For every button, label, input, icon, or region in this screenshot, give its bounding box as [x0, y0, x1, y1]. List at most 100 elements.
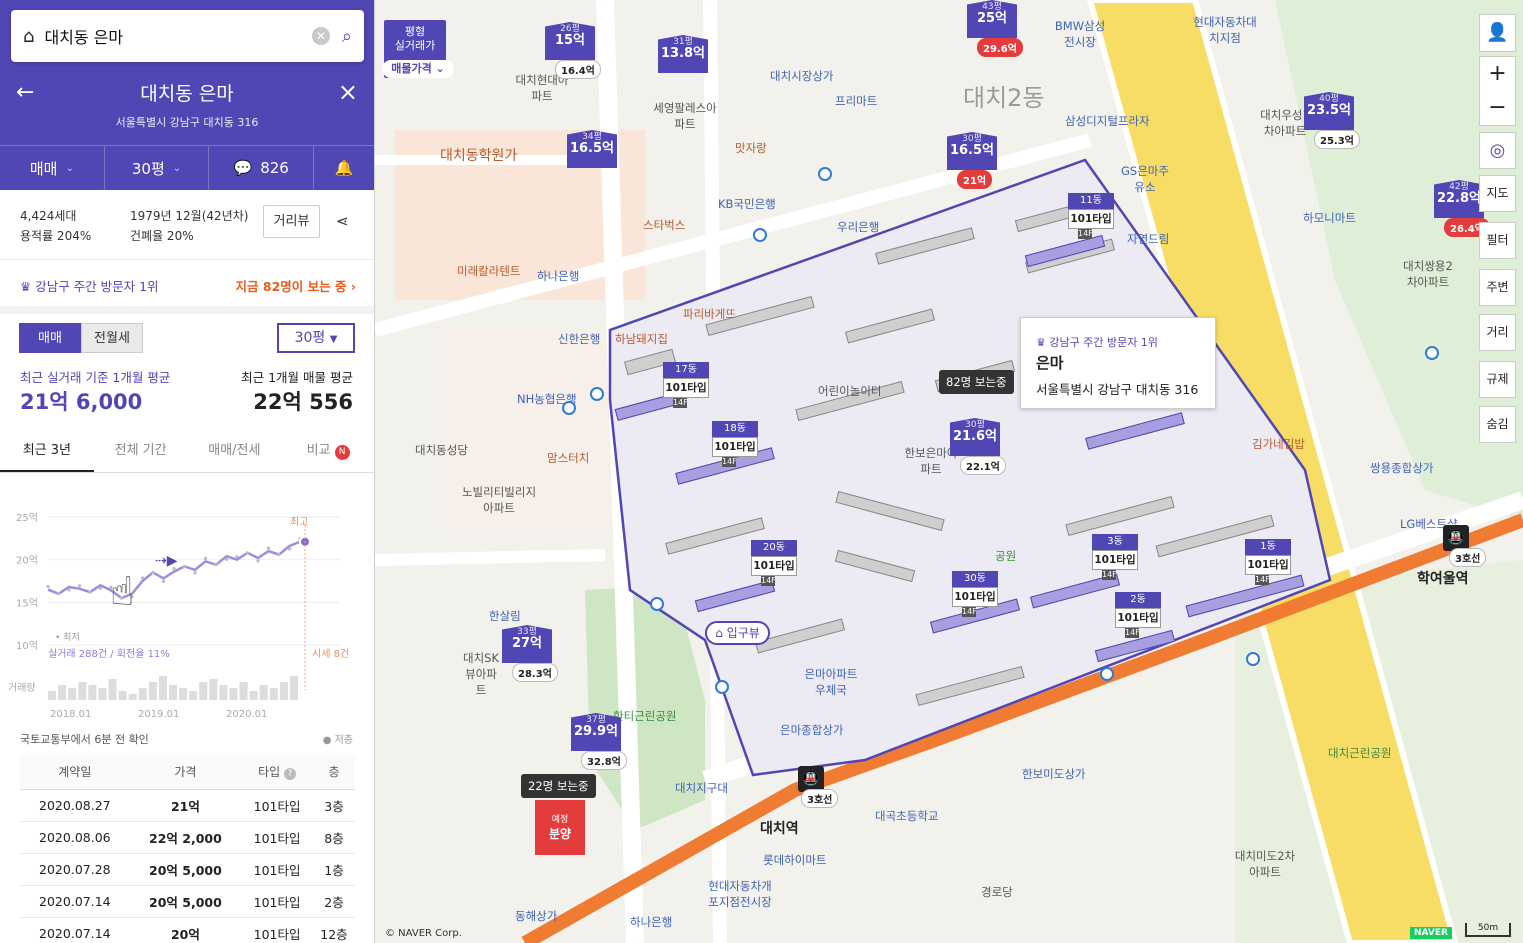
place-label[interactable]: 자연드림 [1127, 231, 1169, 247]
deal-row[interactable]: 2020.07.28 20억 5,000 101타입 1층 [20, 853, 355, 886]
search-box[interactable]: ⌂ 대치동 은마 ✕ ⌕ [11, 10, 364, 62]
place-label[interactable]: 스타벅스 [643, 217, 685, 233]
building-label[interactable]: 3동 101타입 14F [1092, 534, 1138, 580]
place-label[interactable]: 대치시장상가 [770, 68, 833, 84]
deal-row[interactable]: 2020.08.27 21억 101타입 3층 [20, 789, 355, 822]
place-label[interactable]: 하모니마트 [1303, 210, 1356, 226]
tab-compare[interactable]: 비교 N [281, 431, 374, 472]
bus-stop-icon[interactable] [1425, 346, 1439, 360]
size-dropdown[interactable]: 30평 ⌄ [105, 146, 210, 190]
place-label[interactable]: 세영팔레스아파트 [650, 100, 720, 132]
complex-popup[interactable]: ♛ 강남구 주간 방문자 1위 은마 서울특별시 강남구 대치동 316 [1020, 317, 1216, 409]
zoom-control[interactable]: + − [1479, 56, 1516, 126]
bus-stop-icon[interactable] [1246, 652, 1260, 666]
place-label[interactable]: 미래칼라텐트 [457, 263, 520, 279]
alert-button[interactable]: 🔔 [314, 146, 374, 190]
price-filter-dropdown[interactable]: 매물가격 ⌄ [382, 60, 454, 78]
place-label[interactable]: 하남돼지집 [615, 331, 668, 347]
place-label[interactable]: 신한은행 [558, 331, 600, 347]
place-label[interactable]: 하나은행 [537, 268, 579, 284]
price-pin[interactable]: 31평 13.8억 [658, 35, 708, 73]
price-pin[interactable]: 43평 25억 [967, 0, 1017, 38]
price-pin[interactable]: 37평 29.9억 [571, 713, 621, 751]
price-pin[interactable]: 33평 27억 [502, 625, 552, 663]
price-pin[interactable]: 26평 15억 [545, 22, 595, 60]
place-label[interactable]: 대치쌍용2차아파트 [1398, 258, 1458, 290]
station-label-daechi[interactable]: 대치역 [760, 818, 799, 838]
tab-recent-3y[interactable]: 최근 3년 [0, 431, 94, 472]
place-label[interactable]: 동해상가 [515, 908, 557, 924]
place-label[interactable]: 우리은행 [837, 219, 879, 235]
zoom-in-button[interactable]: + [1480, 57, 1515, 91]
place-label[interactable]: 한살림 [489, 608, 521, 624]
price-pin[interactable]: 30평 21.6억 [950, 418, 1000, 456]
nearby-button[interactable]: 주변 [1479, 269, 1516, 306]
place-label[interactable]: 한티근린공원 [613, 708, 676, 724]
deal-row[interactable]: 2020.07.14 20억 101타입 12층 [20, 917, 355, 943]
size-select[interactable]: 30평 ▼ [277, 323, 355, 353]
place-label[interactable]: 대치미도2차아파트 [1230, 848, 1300, 880]
place-label[interactable]: 대치동성당 [415, 442, 468, 458]
map-view[interactable]: 대치2동 대치동학원가 대치현대아파트 세영팔레스아파트 대치시장상가 프리마트… [375, 0, 1523, 943]
search-icon[interactable]: ⌕ [342, 26, 352, 47]
zoom-out-button[interactable]: − [1480, 91, 1515, 125]
place-label[interactable]: 노빌리티빌리지아파트 [459, 484, 539, 516]
entrance-view-button[interactable]: ⌂ 입구뷰 [705, 621, 770, 645]
place-label[interactable]: 현대자동차개포지점전시장 [705, 878, 775, 910]
presale-pin[interactable]: 예정 분양 [535, 800, 585, 855]
share-icon[interactable]: ⋖ [336, 212, 349, 230]
place-label[interactable]: 한보미도상가 [1022, 766, 1085, 782]
building-label[interactable]: 2동 101타입 14F [1115, 592, 1161, 638]
place-label[interactable]: GS은마주유소 [1120, 163, 1170, 195]
place-label[interactable]: 은마종합상가 [780, 722, 843, 738]
filter-button[interactable]: 필터 [1479, 222, 1516, 259]
place-label[interactable]: 파리바게뜨 [683, 306, 736, 322]
place-label[interactable]: 쌍용종합상가 [1370, 460, 1433, 476]
clear-icon[interactable]: ✕ [311, 27, 330, 45]
price-pin[interactable]: 30평 16.5억 [947, 132, 997, 170]
building-label[interactable]: 30동 101타입 14F [952, 571, 998, 617]
building-label[interactable]: 18동 101타입 14F [712, 421, 758, 467]
tab-all-period[interactable]: 전체 기간 [94, 431, 188, 472]
bus-stop-icon[interactable] [753, 228, 767, 242]
place-label[interactable]: 하나은행 [630, 914, 672, 930]
tab-sale-lease[interactable]: 매매/전세 [188, 431, 282, 472]
hide-button[interactable]: 숨김 [1479, 406, 1516, 443]
tab-sale[interactable]: 매매 [19, 323, 81, 353]
place-label[interactable]: 삼성디지털프라자 [1065, 113, 1150, 129]
price-pin[interactable]: 34평 16.5억 [567, 130, 617, 168]
bus-stop-icon[interactable] [715, 680, 729, 694]
building-label[interactable]: 11동 101타입 14F [1068, 193, 1114, 239]
help-icon[interactable]: ? [284, 768, 297, 781]
bus-stop-icon[interactable] [1100, 667, 1114, 681]
distance-button[interactable]: 거리 [1479, 314, 1516, 351]
building-label[interactable]: 17동 101타입 14F [663, 362, 709, 408]
place-label[interactable]: 대치지구대 [675, 780, 728, 796]
user-icon[interactable]: 👤 [1479, 14, 1516, 52]
place-label[interactable]: 롯데하이마트 [763, 852, 826, 868]
regulation-button[interactable]: 규제 [1479, 361, 1516, 398]
place-label[interactable]: 대치SK뷰아파트 [461, 650, 501, 698]
deal-row[interactable]: 2020.08.06 22억 2,000 101타입 8층 [20, 821, 355, 854]
price-pin[interactable]: 40평 23.5억 [1304, 92, 1354, 130]
building-label[interactable]: 20동 101타입 14F [751, 540, 797, 586]
deal-type-dropdown[interactable]: 매매 ⌄ [0, 146, 105, 190]
close-icon[interactable]: × [338, 78, 358, 106]
comments-button[interactable]: 💬 826 [209, 146, 315, 190]
bus-stop-icon[interactable] [562, 401, 576, 415]
place-label[interactable]: 은마아파트우체국 [801, 666, 861, 698]
price-pin[interactable]: 42평 22.8억 [1434, 180, 1484, 218]
building-label[interactable]: 1동 101타입 14F [1245, 539, 1291, 585]
place-label[interactable]: 프리마트 [835, 93, 877, 109]
price-chart[interactable]: 25억 20억 15억 10억 최고 • 최저 실거래 288건 / 회전율 11% 시세 8… [0, 505, 374, 720]
location-icon[interactable]: ◎ [1479, 132, 1516, 169]
place-label[interactable]: 대치근린공원 [1328, 745, 1391, 761]
place-label[interactable]: 경로당 [981, 884, 1013, 900]
search-input[interactable]: 대치동 은마 [44, 24, 311, 48]
place-label[interactable]: 현대자동차대치지점 [1190, 14, 1260, 46]
place-label[interactable]: 김가네김밥 [1252, 436, 1305, 452]
place-label[interactable]: 맛자랑 [735, 140, 767, 156]
deal-row[interactable]: 2020.07.14 20억 5,000 101타입 2층 [20, 885, 355, 918]
street-view-button[interactable]: 거리뷰 [263, 205, 320, 238]
bus-stop-icon[interactable] [650, 597, 664, 611]
